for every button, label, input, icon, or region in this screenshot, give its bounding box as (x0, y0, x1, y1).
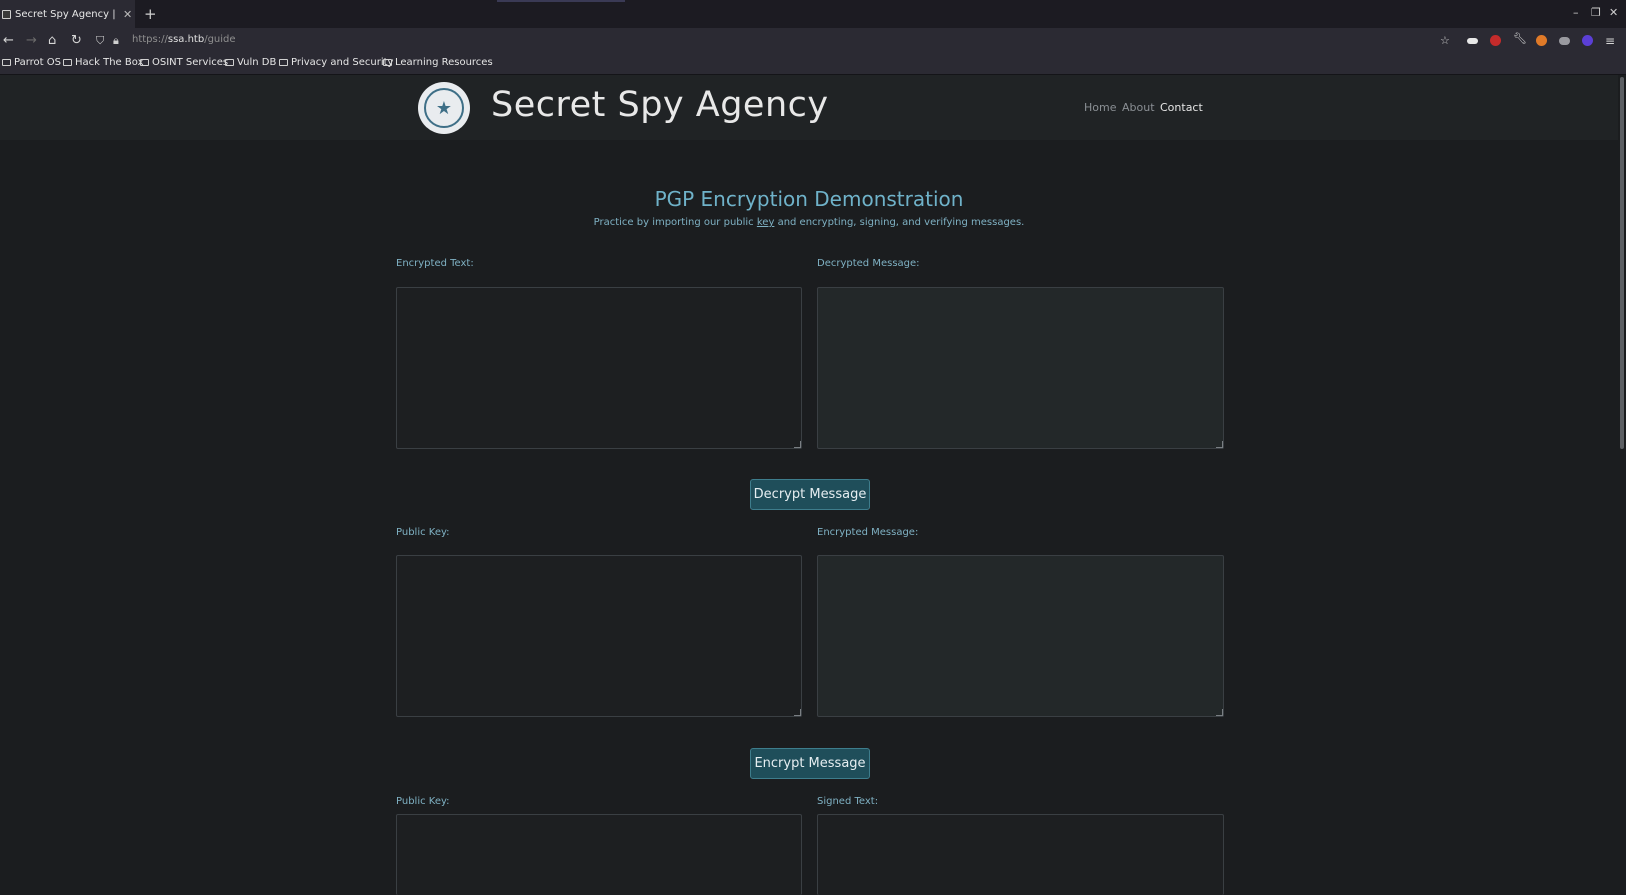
bookmark-privacy-and-security[interactable]: Privacy and Security (279, 57, 393, 68)
bookmark-hack-the-box[interactable]: Hack The Box (63, 57, 143, 68)
extension-mask-icon[interactable] (1467, 38, 1478, 44)
signed-text-label: Signed Text: (817, 796, 879, 807)
encrypted-text-label: Encrypted Text: (396, 258, 474, 269)
folder-icon (383, 59, 392, 66)
home-icon[interactable]: ⌂ (48, 32, 56, 50)
bookmark-label: Privacy and Security (291, 57, 394, 68)
bookmark-learning-resources[interactable]: Learning Resources (383, 57, 493, 68)
agency-seal-logo[interactable]: ★ (418, 82, 470, 134)
public-key-input[interactable] (396, 555, 802, 717)
bookmark-osint-services[interactable]: OSINT Services (140, 57, 228, 68)
tab-strip-accent (497, 0, 625, 2)
encrypt-message-button[interactable]: Encrypt Message (750, 748, 870, 779)
site-favicon-icon (2, 9, 11, 19)
resize-grip-icon[interactable] (1216, 441, 1223, 448)
wrench-icon[interactable]: 🔧︎ (1513, 32, 1527, 45)
bookmark-vuln-db[interactable]: Vuln DB (225, 57, 276, 68)
back-arrow-icon[interactable]: ← (3, 32, 14, 50)
decrypt-message-button[interactable]: Decrypt Message (750, 479, 870, 510)
page-scrollbar[interactable] (1618, 75, 1626, 895)
bookmarks-toolbar: Parrot OS Hack The Box OSINT Services Vu… (0, 54, 1626, 75)
eagle-seal-icon: ★ (424, 88, 464, 128)
nav-link-about[interactable]: About (1122, 101, 1155, 114)
forward-arrow-icon[interactable]: → (26, 32, 37, 50)
verify-public-key-input[interactable] (396, 814, 802, 895)
decrypted-message-label: Decrypted Message: (817, 258, 920, 269)
decrypted-message-output[interactable] (817, 287, 1224, 449)
subtitle-text: Practice by importing our public (593, 217, 757, 228)
browser-nav-bar: ← → ⌂ ↻ ⛉ 🔒︎ https://ssa.htb/guide ☆ 🔧︎ … (0, 28, 1626, 54)
extension-purple-icon[interactable] (1582, 35, 1593, 46)
reload-icon[interactable]: ↻ (71, 32, 82, 50)
close-window-icon[interactable]: ✕ (1609, 6, 1618, 19)
bookmark-star-icon[interactable]: ☆ (1440, 34, 1450, 47)
nav-link-contact[interactable]: Contact (1160, 101, 1203, 114)
url-path: /guide (204, 34, 236, 45)
url-bar[interactable]: ⛉ 🔒︎ https://ssa.htb/guide ☆ (92, 31, 1458, 51)
encrypted-message-label: Encrypted Message: (817, 527, 919, 538)
bookmark-label: OSINT Services (152, 57, 229, 68)
subtitle-text: and encrypting, signing, and verifying m… (774, 217, 1025, 228)
folder-icon (279, 59, 288, 66)
minimize-window-icon[interactable]: – (1573, 6, 1579, 19)
encrypted-text-input[interactable] (396, 287, 802, 449)
url-scheme: https:// (132, 34, 168, 45)
public-key-label: Public Key: (396, 527, 450, 538)
url-host: ssa.htb (167, 34, 205, 45)
encrypted-message-output[interactable] (817, 555, 1224, 717)
extension-gray-icon[interactable] (1559, 37, 1570, 45)
scrollbar-thumb[interactable] (1620, 77, 1624, 449)
shield-icon[interactable]: ⛉ (96, 34, 104, 48)
page-heading: PGP Encryption Demonstration (654, 187, 964, 211)
bookmark-label: Vuln DB (237, 57, 277, 68)
lock-icon[interactable]: 🔒︎ (113, 34, 119, 48)
nav-link-home[interactable]: Home (1084, 101, 1116, 114)
bookmark-label: Parrot OS (14, 57, 61, 68)
resize-grip-icon[interactable] (794, 441, 801, 448)
bookmark-parrot-os[interactable]: Parrot OS (2, 57, 61, 68)
folder-icon (63, 59, 72, 66)
signed-text-input[interactable] (817, 814, 1224, 895)
extension-red-icon[interactable] (1490, 35, 1501, 46)
folder-icon (225, 59, 234, 66)
extension-orange-icon[interactable] (1536, 35, 1547, 46)
public-key-link[interactable]: key (757, 217, 775, 228)
site-title: Secret Spy Agency (491, 85, 829, 125)
resize-grip-icon[interactable] (1216, 709, 1223, 716)
new-tab-button[interactable]: + (144, 5, 157, 23)
browser-tab-active[interactable]: Secret Spy Agency | PGP ✕ (0, 0, 135, 28)
site-header: ★ Secret Spy Agency Home About Contact (0, 75, 1618, 140)
resize-grip-icon[interactable] (794, 709, 801, 716)
folder-icon (140, 59, 149, 66)
bookmark-label: Hack The Box (75, 57, 144, 68)
hamburger-menu-icon[interactable]: ≡ (1605, 32, 1615, 50)
tab-title: Secret Spy Agency | PGP (15, 8, 119, 20)
page-subtitle: Practice by importing our public key and… (0, 217, 1618, 228)
close-tab-icon[interactable]: ✕ (123, 8, 132, 21)
browser-tab-bar: Secret Spy Agency | PGP ✕ + – ❐ ✕ (0, 0, 1626, 28)
bookmark-label: Learning Resources (395, 57, 493, 68)
url-text[interactable]: https://ssa.htb/guide (132, 34, 236, 45)
verify-public-key-label: Public Key: (396, 796, 450, 807)
restore-window-icon[interactable]: ❐ (1591, 6, 1601, 19)
folder-icon (2, 59, 11, 66)
